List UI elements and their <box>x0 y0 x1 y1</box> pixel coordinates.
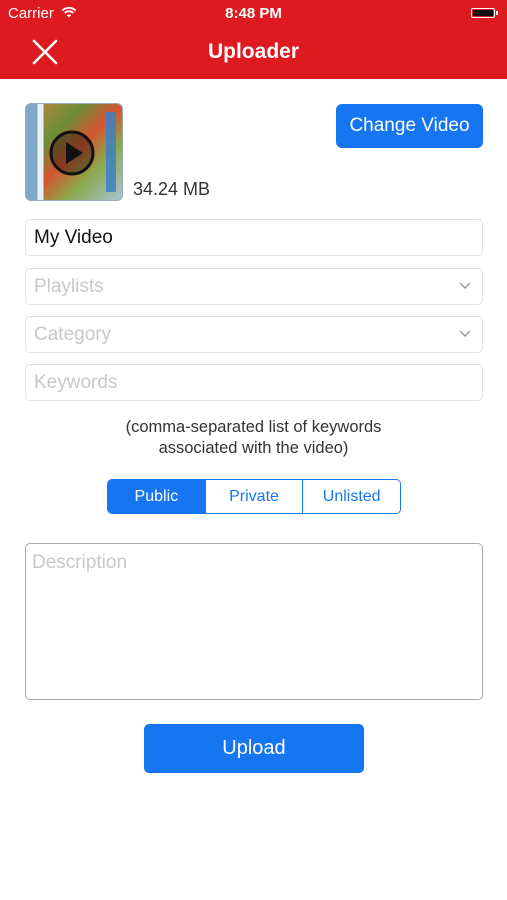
keywords-hint-line1: (comma-separated list of keywords <box>125 418 382 436</box>
chevron-down-icon <box>459 282 471 290</box>
file-size: 34.24 MB <box>133 179 211 199</box>
app-header: Carrier 8:48 PM Uploader <box>0 0 507 79</box>
privacy-option-unlisted[interactable]: Unlisted <box>302 480 400 513</box>
description-input[interactable] <box>32 552 472 692</box>
keywords-input[interactable] <box>34 365 454 400</box>
thumbnail-strip <box>106 112 116 192</box>
status-time: 8:48 PM <box>225 5 282 22</box>
description-field[interactable] <box>25 543 483 700</box>
category-input[interactable] <box>34 317 454 352</box>
upload-button[interactable]: Upload <box>144 724 364 773</box>
page-title: Uploader <box>207 40 299 63</box>
privacy-option-public[interactable]: Public <box>108 480 205 513</box>
playlists-select[interactable] <box>25 268 483 305</box>
keywords-hint: (comma-separated list of keywords associ… <box>0 417 507 459</box>
title-input[interactable] <box>34 220 454 255</box>
playlists-input[interactable] <box>34 269 454 304</box>
keywords-field[interactable] <box>25 364 483 401</box>
play-icon[interactable] <box>48 129 96 177</box>
privacy-option-private[interactable]: Private <box>204 480 303 513</box>
privacy-segmented-control: Public Private Unlisted <box>107 479 401 514</box>
title-field[interactable] <box>25 219 483 256</box>
battery-icon <box>471 8 498 18</box>
status-bar: Carrier 8:48 PM <box>0 0 507 28</box>
video-thumbnail[interactable] <box>25 103 123 201</box>
chevron-down-icon <box>459 330 471 338</box>
change-video-button[interactable]: Change Video <box>336 104 483 148</box>
keywords-hint-line2: associated with the video) <box>158 439 349 457</box>
category-select[interactable] <box>25 316 483 353</box>
